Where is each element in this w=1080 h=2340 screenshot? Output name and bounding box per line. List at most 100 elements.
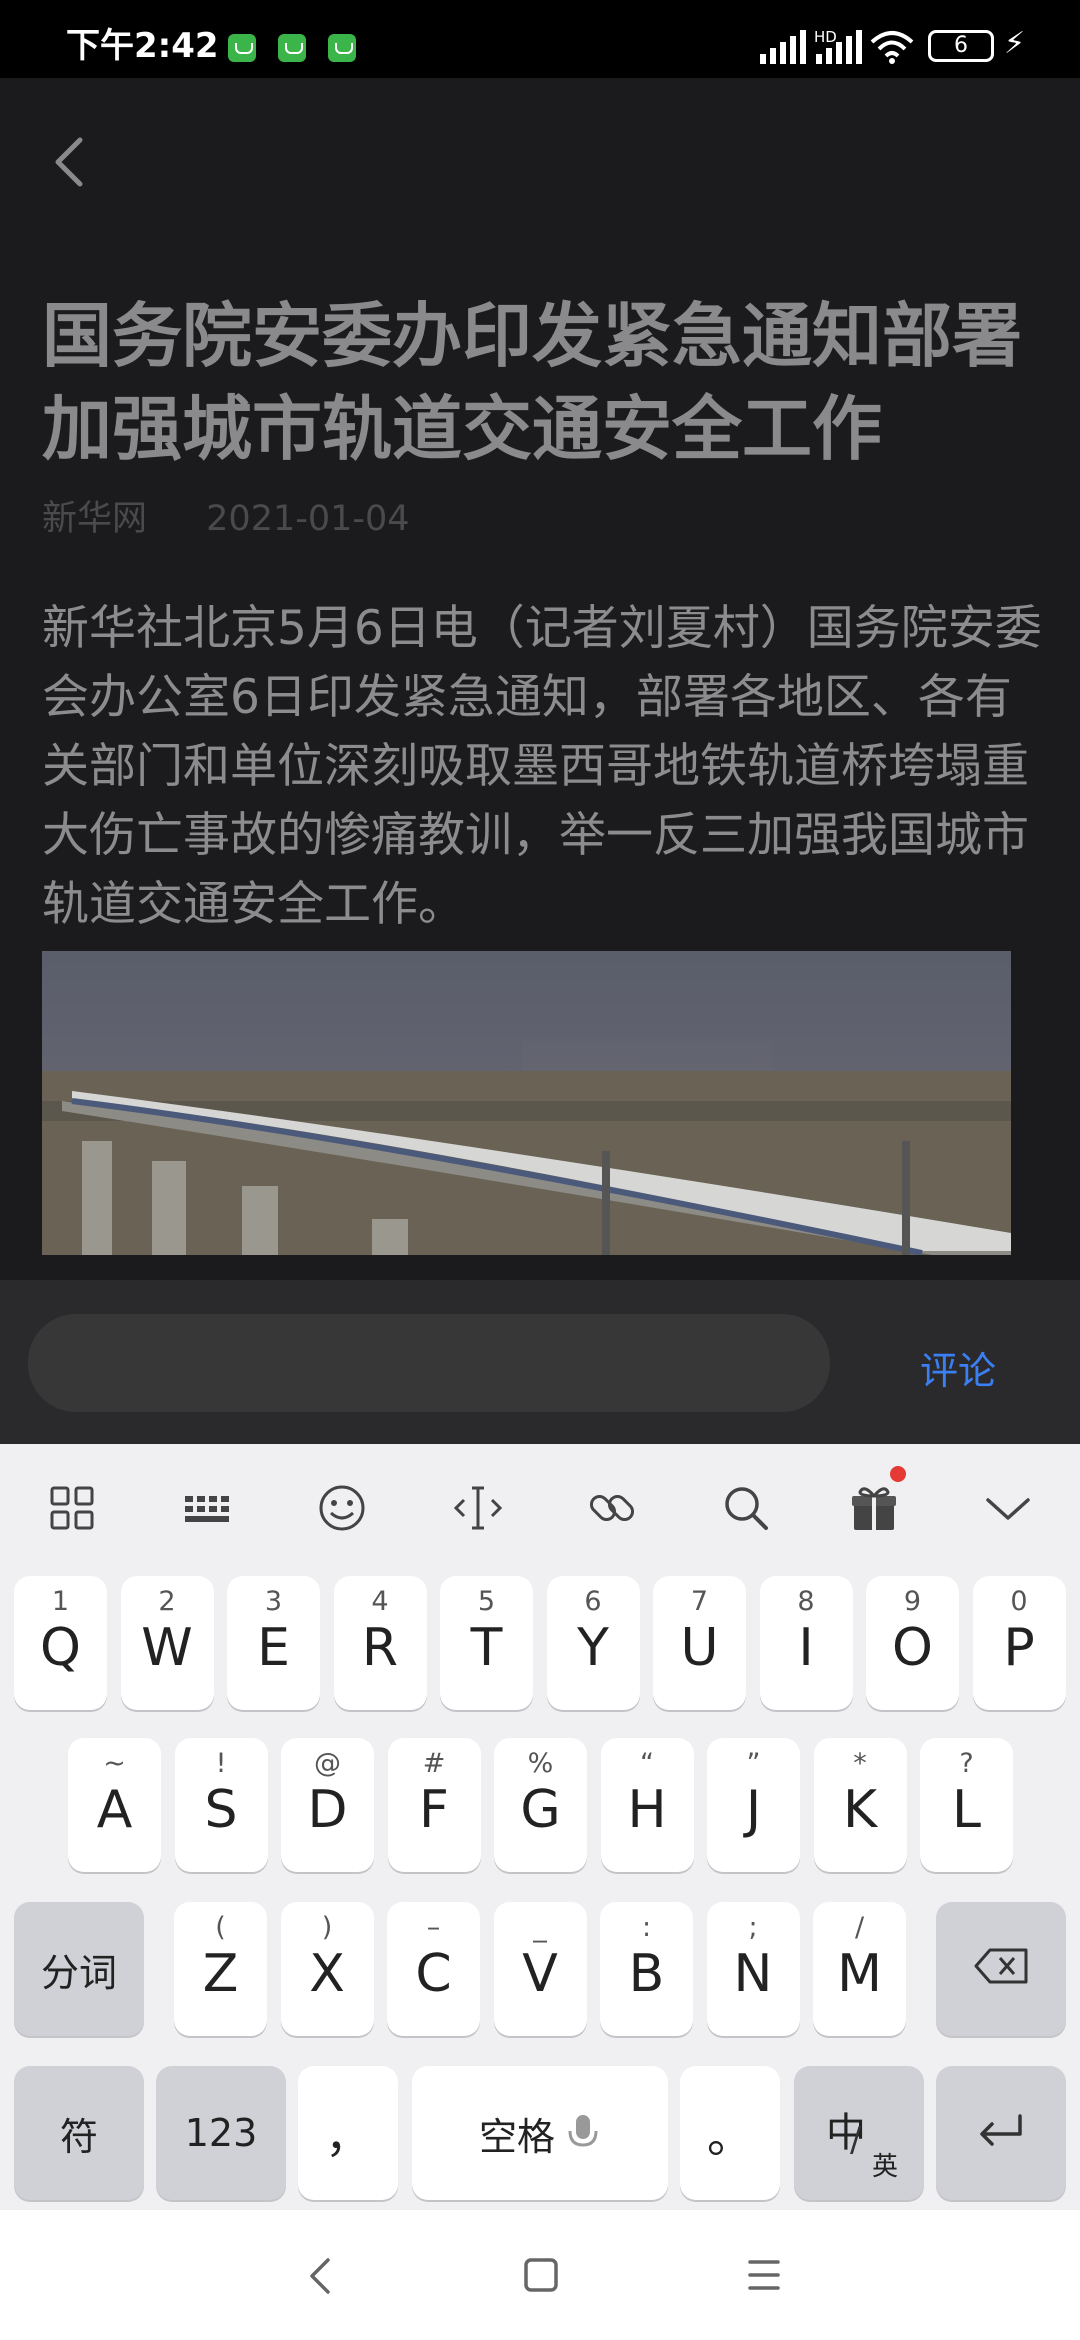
- key-e[interactable]: 3E: [227, 1576, 320, 1710]
- key-hint: #: [422, 1748, 446, 1779]
- keyboard-icon[interactable]: [180, 1480, 236, 1536]
- key-c[interactable]: – C: [387, 1902, 480, 2036]
- key-a[interactable]: ~ A: [68, 1738, 161, 1872]
- key-i[interactable]: 8I: [759, 1576, 853, 1710]
- key-d[interactable]: @ D: [281, 1738, 374, 1872]
- period-key[interactable]: 。: [680, 2066, 780, 2200]
- fenci-key[interactable]: 分词: [14, 1902, 144, 2036]
- nav-back-icon[interactable]: [302, 2254, 338, 2298]
- key-p[interactable]: 0P: [972, 1576, 1066, 1710]
- key-q[interactable]: 1Q: [14, 1576, 107, 1710]
- key-m[interactable]: / M: [813, 1902, 906, 2036]
- key-hint: ~: [103, 1748, 126, 1779]
- key-letter: J: [745, 1780, 762, 1840]
- key-h[interactable]: “H: [600, 1738, 694, 1872]
- key-u[interactable]: 7U: [653, 1576, 746, 1710]
- article-image[interactable]: [42, 951, 1011, 1255]
- symbols-key[interactable]: 符: [14, 2066, 144, 2200]
- signal-hd-icon: [816, 30, 862, 64]
- key-letter: Z: [202, 1944, 239, 2004]
- key-hint: :: [641, 1912, 652, 1943]
- link-icon[interactable]: [584, 1480, 640, 1536]
- key-letter: A: [96, 1780, 133, 1840]
- article-title: 国务院安委办印发紧急通知部署加强城市轨道交通安全工作: [42, 295, 1022, 470]
- emoji-icon[interactable]: [314, 1480, 370, 1536]
- key-hint: _: [533, 1912, 547, 1943]
- key-letter: T: [470, 1618, 503, 1678]
- grid-menu-icon[interactable]: [44, 1480, 100, 1536]
- key-hint: ;: [748, 1912, 758, 1943]
- key-hint: ): [321, 1912, 333, 1943]
- key-l[interactable]: ? L: [920, 1738, 1013, 1872]
- key-v[interactable]: _ V: [493, 1902, 587, 2036]
- key-letter: O: [892, 1618, 933, 1678]
- key-g[interactable]: % G: [494, 1738, 587, 1872]
- language-switch-key[interactable]: 中 / 英: [794, 2066, 924, 2200]
- space-key[interactable]: 空格: [412, 2066, 668, 2200]
- key-letter: H: [627, 1780, 667, 1840]
- numbers-key[interactable]: 123: [156, 2066, 286, 2200]
- article-meta: 新华网 2021-01-04: [42, 490, 458, 541]
- comma-key[interactable]: ，: [298, 2066, 398, 2200]
- enter-key[interactable]: [936, 2066, 1066, 2200]
- key-hint: 9: [903, 1586, 922, 1617]
- key-b[interactable]: :B: [600, 1902, 693, 2036]
- key-hint: (: [215, 1912, 226, 1943]
- key-hint: !: [215, 1748, 227, 1779]
- backspace-key[interactable]: [936, 1902, 1066, 2036]
- key-y[interactable]: 6Y: [546, 1576, 640, 1710]
- key-o[interactable]: 9O: [866, 1576, 959, 1710]
- gift-icon[interactable]: [846, 1480, 902, 1536]
- text-cursor-icon[interactable]: [450, 1480, 506, 1536]
- app-notification-icon: [228, 34, 256, 62]
- comment-input[interactable]: [28, 1314, 830, 1412]
- key-w[interactable]: 2W: [120, 1576, 214, 1710]
- key-letter: W: [141, 1618, 193, 1678]
- key-letter: N: [733, 1944, 773, 2004]
- key-hint: 7: [690, 1586, 709, 1617]
- key-letter: L: [952, 1780, 981, 1840]
- key-letter: G: [520, 1780, 561, 1840]
- battery-level: 6: [954, 33, 968, 58]
- numbers-label: 123: [184, 2111, 258, 2155]
- key-letter: M: [837, 1944, 882, 2004]
- key-letter: E: [257, 1618, 290, 1678]
- battery-icon: 6: [928, 30, 994, 62]
- wifi-icon: [870, 31, 914, 64]
- space-label-wrap: 空格: [412, 2066, 668, 2200]
- fenci-label: 分词: [40, 1950, 117, 1995]
- key-k[interactable]: * K: [813, 1738, 907, 1872]
- key-z[interactable]: (Z: [174, 1902, 267, 2036]
- key-letter: I: [798, 1618, 814, 1678]
- key-hint: ”: [746, 1748, 761, 1779]
- key-letter: D: [307, 1780, 348, 1840]
- collapse-icon[interactable]: [980, 1480, 1036, 1536]
- key-hint: 0: [1010, 1586, 1028, 1617]
- search-icon[interactable]: [718, 1480, 774, 1536]
- key-n[interactable]: ; N: [706, 1902, 800, 2036]
- key-f[interactable]: # F: [387, 1738, 481, 1872]
- key-hint: 3: [264, 1586, 283, 1617]
- key-x[interactable]: ) X: [280, 1902, 374, 2036]
- key-letter: V: [522, 1944, 558, 2004]
- nav-menu-icon[interactable]: [746, 2258, 782, 2292]
- key-j[interactable]: ” J: [707, 1738, 800, 1872]
- back-button[interactable]: [44, 132, 94, 192]
- article-source[interactable]: 新华网: [42, 499, 147, 539]
- key-letter: K: [842, 1780, 878, 1840]
- status-time: 下午2:42: [66, 26, 219, 66]
- key-s[interactable]: ! S: [174, 1738, 268, 1872]
- language-sub-label: 英: [872, 2152, 899, 2182]
- key-hint: 6: [584, 1586, 602, 1617]
- comment-submit-button[interactable]: 评论: [920, 1340, 996, 1395]
- key-hint: 2: [158, 1586, 176, 1617]
- key-hint: 5: [477, 1586, 496, 1617]
- key-hint: 8: [797, 1586, 815, 1617]
- key-letter: R: [361, 1618, 399, 1678]
- key-hint: *: [853, 1748, 867, 1779]
- key-r[interactable]: 4R: [333, 1576, 427, 1710]
- comma-label: ，: [325, 2109, 371, 2163]
- key-t[interactable]: 5T: [440, 1576, 533, 1710]
- nav-home-icon[interactable]: [522, 2256, 560, 2294]
- signal-icon: [760, 30, 806, 64]
